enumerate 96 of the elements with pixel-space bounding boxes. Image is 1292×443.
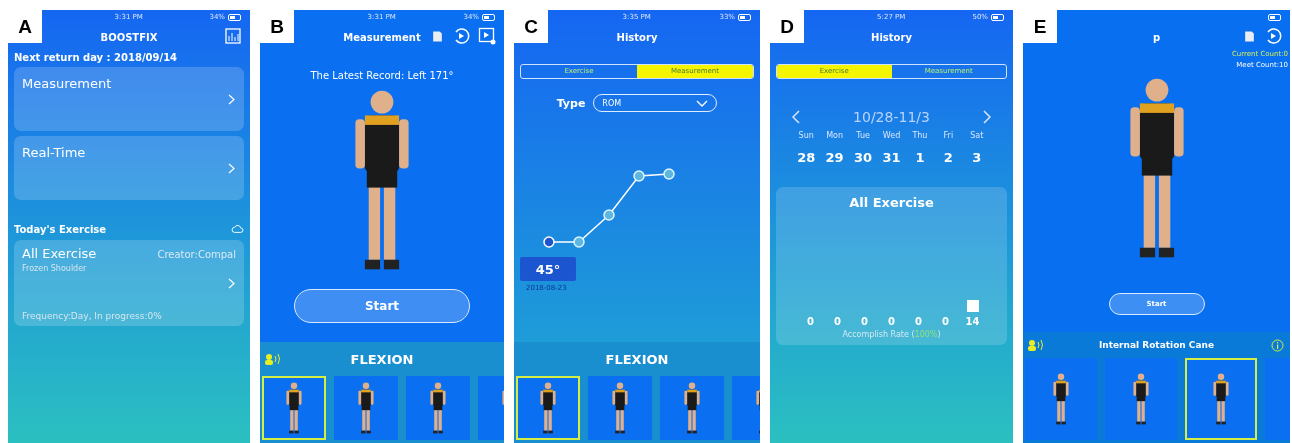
chevron-right-icon (228, 94, 235, 105)
summary-title: All Exercise (849, 195, 934, 210)
chart-point[interactable] (633, 170, 645, 182)
screen-title: History (871, 31, 912, 43)
calendar-date[interactable]: 29 (820, 150, 849, 165)
type-label: Type (556, 96, 586, 110)
screen-title: Measurement (343, 31, 421, 43)
card-title: Real-Time (22, 145, 86, 160)
exercise-thumbnail[interactable] (406, 376, 470, 440)
exercise-frequency: Frequency:Day, In progress:0% (22, 311, 162, 321)
calendar-date[interactable]: 1 (905, 150, 935, 165)
cloud-icon[interactable] (231, 223, 244, 236)
daily-count: 0 (807, 316, 814, 327)
latest-record: The Latest Record: Left 171° (309, 70, 455, 81)
battery-icon (228, 13, 242, 21)
chevron-right-icon (228, 163, 235, 174)
date-range: 10/28-11/3 (853, 109, 930, 125)
weekday-label: Wed (881, 131, 902, 140)
figure-drawing (537, 381, 559, 435)
calendar-date[interactable]: 31 (877, 150, 906, 165)
weekday-label: Mon (825, 131, 845, 140)
figure-drawing (681, 381, 703, 435)
figure-drawing (1130, 372, 1152, 426)
battery-icon (1268, 13, 1282, 21)
panel-label: E (1023, 10, 1057, 43)
weekday-label: Thu (911, 131, 929, 140)
daily-count: 0 (834, 316, 841, 327)
battery-icon (738, 13, 752, 21)
weekday-label: Sat (969, 131, 985, 140)
voice-icon[interactable] (1027, 339, 1045, 351)
voice-icon[interactable] (264, 353, 282, 365)
battery-icon (991, 13, 1005, 21)
exercise-thumbnail[interactable] (1025, 358, 1097, 440)
exercise-thumbnail[interactable] (1185, 358, 1257, 440)
screen-title: BOOSTFIX (100, 31, 158, 43)
figure-drawing (427, 381, 449, 435)
section-title: Today's Exercise (14, 224, 107, 235)
chevron-down-icon (696, 99, 709, 107)
weekday-label: Sun (797, 131, 815, 140)
daily-count: 0 (915, 316, 922, 327)
exercise-name: FLEXION (605, 351, 669, 367)
figure-drawing (1050, 372, 1072, 426)
panel-label: C (514, 10, 548, 43)
weekday-label: Tue (855, 131, 871, 140)
figure-drawing (283, 381, 305, 435)
chart-point[interactable] (573, 236, 585, 248)
daily-count: 0 (861, 316, 868, 327)
card-title: Measurement (22, 76, 112, 91)
exercise-subtitle: Frozen Shoulder (22, 264, 88, 273)
creator-label: Creator:Compal (157, 249, 236, 260)
exercise-thumbnail[interactable] (660, 376, 724, 440)
screen-title: p (1152, 31, 1161, 43)
exercise-thumbnail[interactable] (1105, 358, 1177, 440)
note-icon[interactable] (1243, 28, 1256, 44)
calendar-date[interactable]: 30 (848, 150, 878, 165)
exercise-name: Internal Rotation Cane (1098, 340, 1215, 350)
menu-card[interactable]: Real-Time (14, 136, 244, 200)
next-return-date: Next return day : 2018/09/14 (14, 52, 179, 63)
exercise-thumbnail[interactable] (516, 376, 580, 440)
accomplish-rate: Accomplish Rate (100%) (842, 330, 941, 339)
exercise-name: FLEXION (350, 351, 414, 367)
daily-count: 0 (942, 316, 949, 327)
calendar-date[interactable]: 3 (962, 150, 991, 165)
weekday-label: Fri (942, 131, 955, 140)
value-tooltip: 45° (520, 257, 576, 281)
bar (966, 300, 979, 312)
calendar-date[interactable]: 28 (792, 150, 821, 165)
chevron-right-icon[interactable] (983, 110, 991, 124)
panel-label: A (8, 10, 42, 43)
panel-label: D (770, 10, 804, 43)
exercise-card[interactable]: All Exercise Creator:Compal Frozen Shoulder Frequency:Day, In progress:0% (14, 240, 244, 326)
chevron-right-icon (228, 278, 235, 289)
battery-icon (482, 13, 496, 21)
note-icon[interactable] (431, 28, 444, 44)
video-icon[interactable] (478, 27, 496, 45)
chart-icon[interactable] (224, 27, 242, 45)
figure-drawing (609, 381, 631, 435)
exercise-thumbnail[interactable] (588, 376, 652, 440)
figure-drawing (1210, 372, 1232, 426)
exercise-thumbnail[interactable] (262, 376, 326, 440)
chart-point[interactable] (603, 209, 615, 221)
start-button[interactable]: Start (294, 289, 470, 323)
exercise-thumbnail[interactable] (334, 376, 398, 440)
daily-count: 14 (965, 316, 980, 327)
replay-icon[interactable] (452, 27, 470, 45)
calendar-date[interactable]: 2 (934, 150, 963, 165)
chevron-left-icon[interactable] (792, 110, 800, 124)
exercise-title: All Exercise (22, 246, 97, 261)
replay-icon[interactable] (1264, 27, 1282, 45)
chart-point[interactable] (663, 168, 675, 180)
panel-label: B (260, 10, 294, 43)
figure-drawing (355, 381, 377, 435)
info-icon[interactable] (1271, 338, 1284, 352)
daily-count: 0 (888, 316, 895, 327)
menu-card[interactable]: Measurement (14, 67, 244, 131)
screen-title: History (616, 31, 658, 43)
